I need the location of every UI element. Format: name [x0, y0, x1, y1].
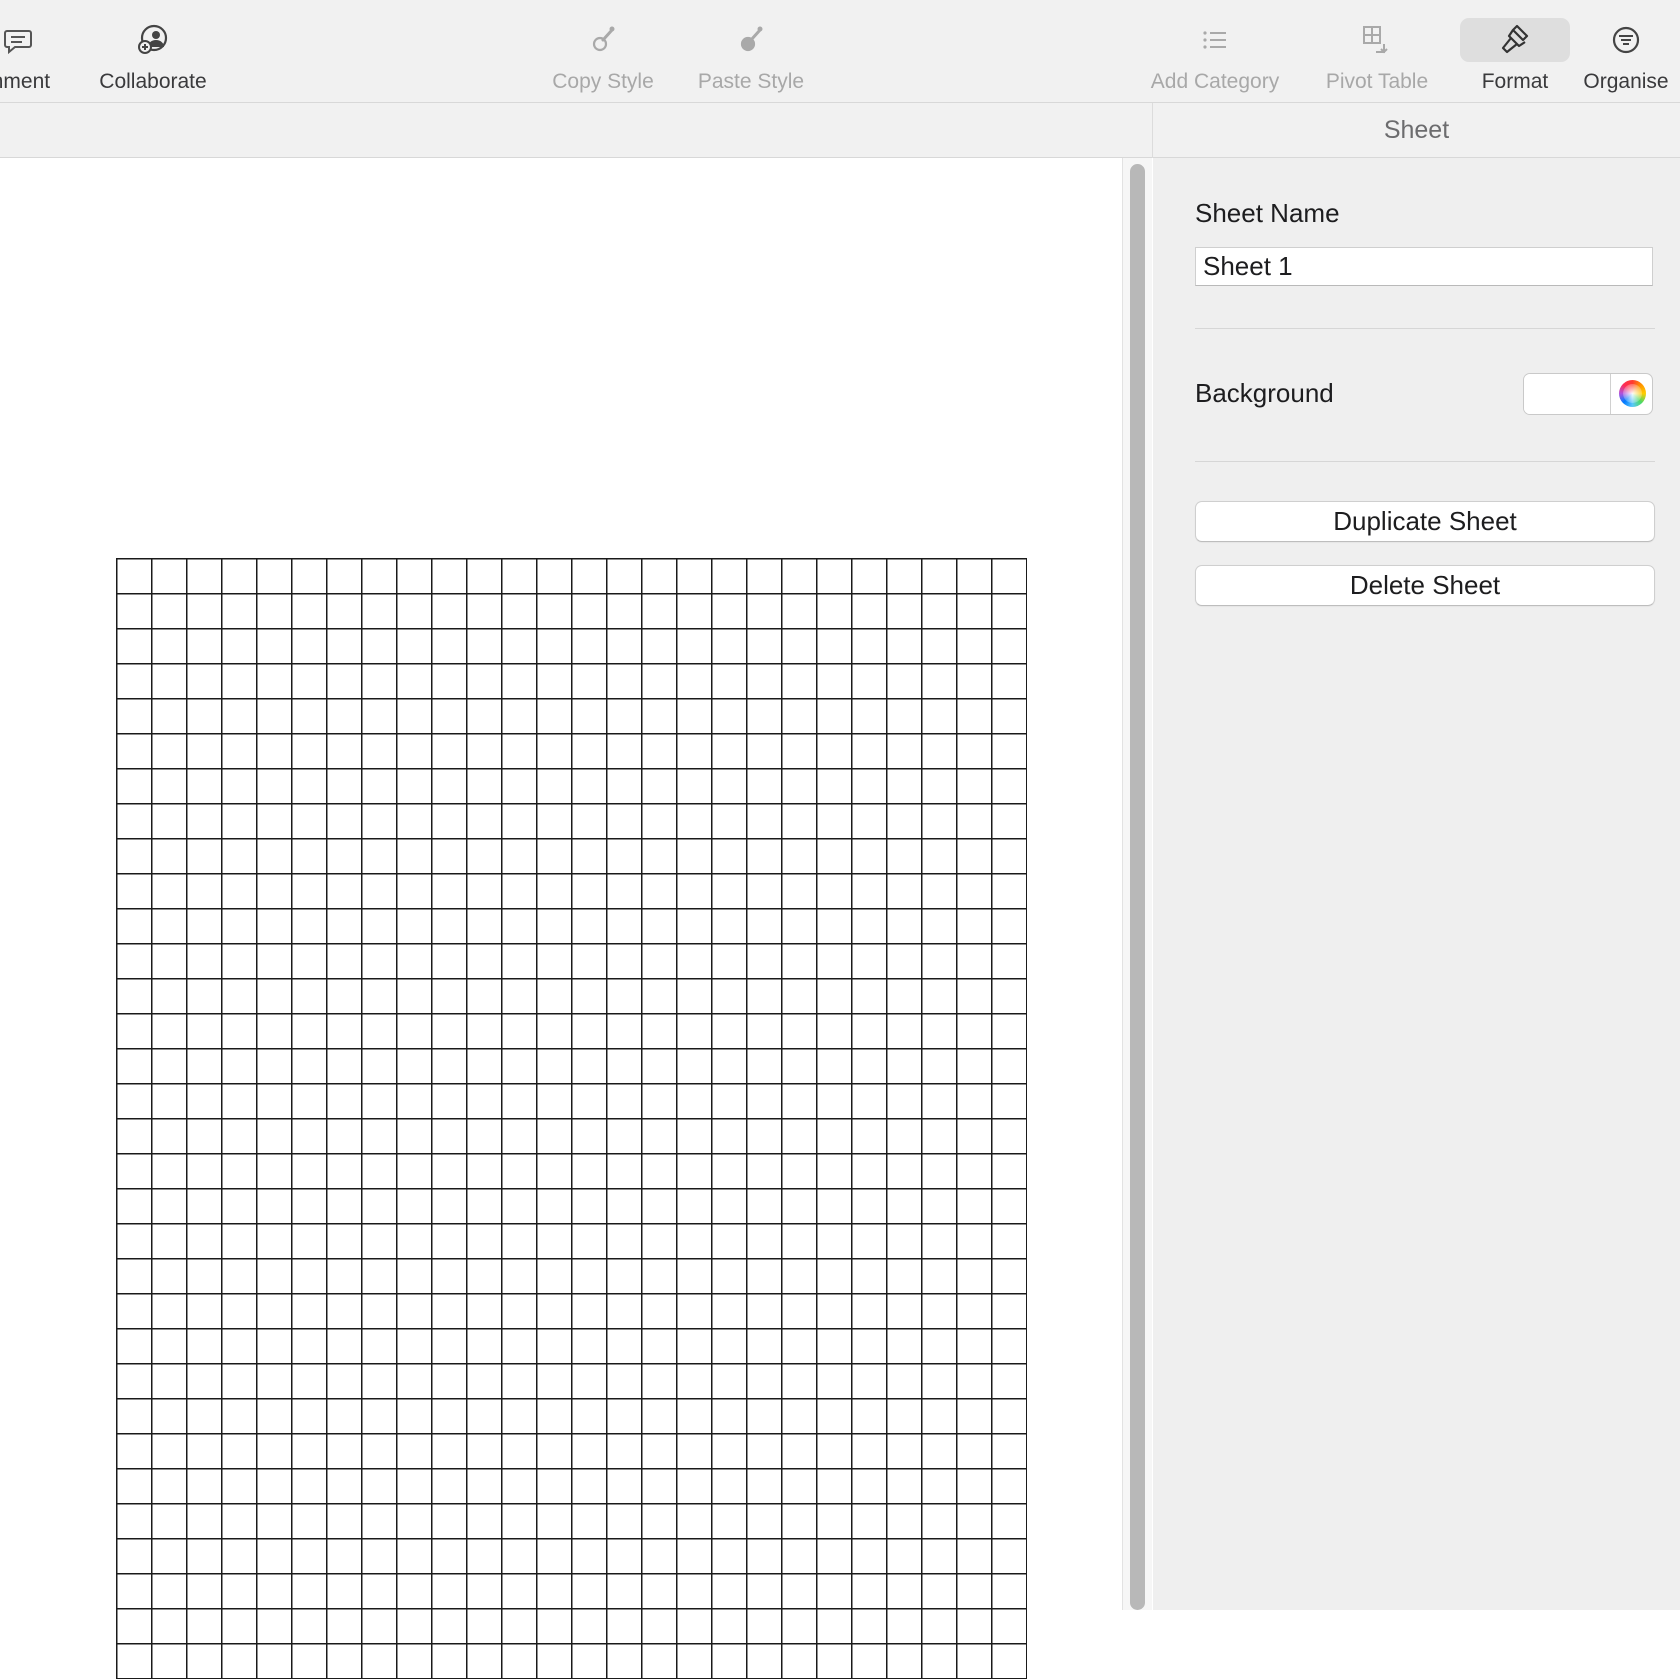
organise-label: Organise	[1583, 70, 1669, 93]
sheet-name-input[interactable]	[1195, 247, 1653, 286]
paste-style-button[interactable]: Paste Style	[691, 0, 811, 103]
collaborate-icon	[133, 20, 173, 60]
copy-style-icon	[583, 20, 623, 60]
duplicate-sheet-button[interactable]: Duplicate Sheet	[1195, 501, 1655, 542]
sub-header-bar: Sheet	[0, 103, 1680, 158]
vertical-scrollbar-thumb[interactable]	[1130, 164, 1145, 1610]
separator	[1195, 461, 1655, 462]
delete-sheet-button[interactable]: Delete Sheet	[1195, 565, 1655, 606]
format-brush-icon	[1495, 20, 1535, 60]
collaborate-label: Collaborate	[99, 70, 207, 93]
organise-button[interactable]: Organise	[1570, 0, 1680, 103]
toolbar: mment Collaborate Copy Style	[0, 0, 1680, 103]
copy-style-button[interactable]: Copy Style	[543, 0, 663, 103]
background-label: Background	[1195, 378, 1334, 408]
paste-style-label: Paste Style	[697, 70, 805, 93]
pivot-table-button[interactable]: Pivot Table	[1322, 0, 1432, 103]
pivot-table-icon	[1357, 20, 1397, 60]
sheet-name-label: Sheet Name	[1195, 198, 1340, 228]
collaborate-button[interactable]: Collaborate	[93, 0, 213, 103]
add-category-icon	[1195, 20, 1235, 60]
sheet-canvas[interactable]	[0, 158, 1122, 1679]
grid-paper-shape[interactable]	[116, 558, 1027, 1679]
format-inspector-panel: Sheet Name Background Duplicate Sheet De…	[1153, 158, 1680, 1610]
color-well-divider	[1610, 374, 1611, 414]
comment-icon	[0, 20, 38, 60]
tab-sheet[interactable]: Sheet	[1153, 103, 1680, 158]
background-color-swatch[interactable]	[1524, 374, 1610, 414]
add-category-button[interactable]: Add Category	[1151, 0, 1279, 103]
organise-icon	[1606, 20, 1646, 60]
paste-style-icon	[731, 20, 771, 60]
background-color-well[interactable]	[1523, 373, 1653, 415]
separator	[1195, 328, 1655, 329]
color-wheel-icon[interactable]	[1619, 380, 1646, 407]
